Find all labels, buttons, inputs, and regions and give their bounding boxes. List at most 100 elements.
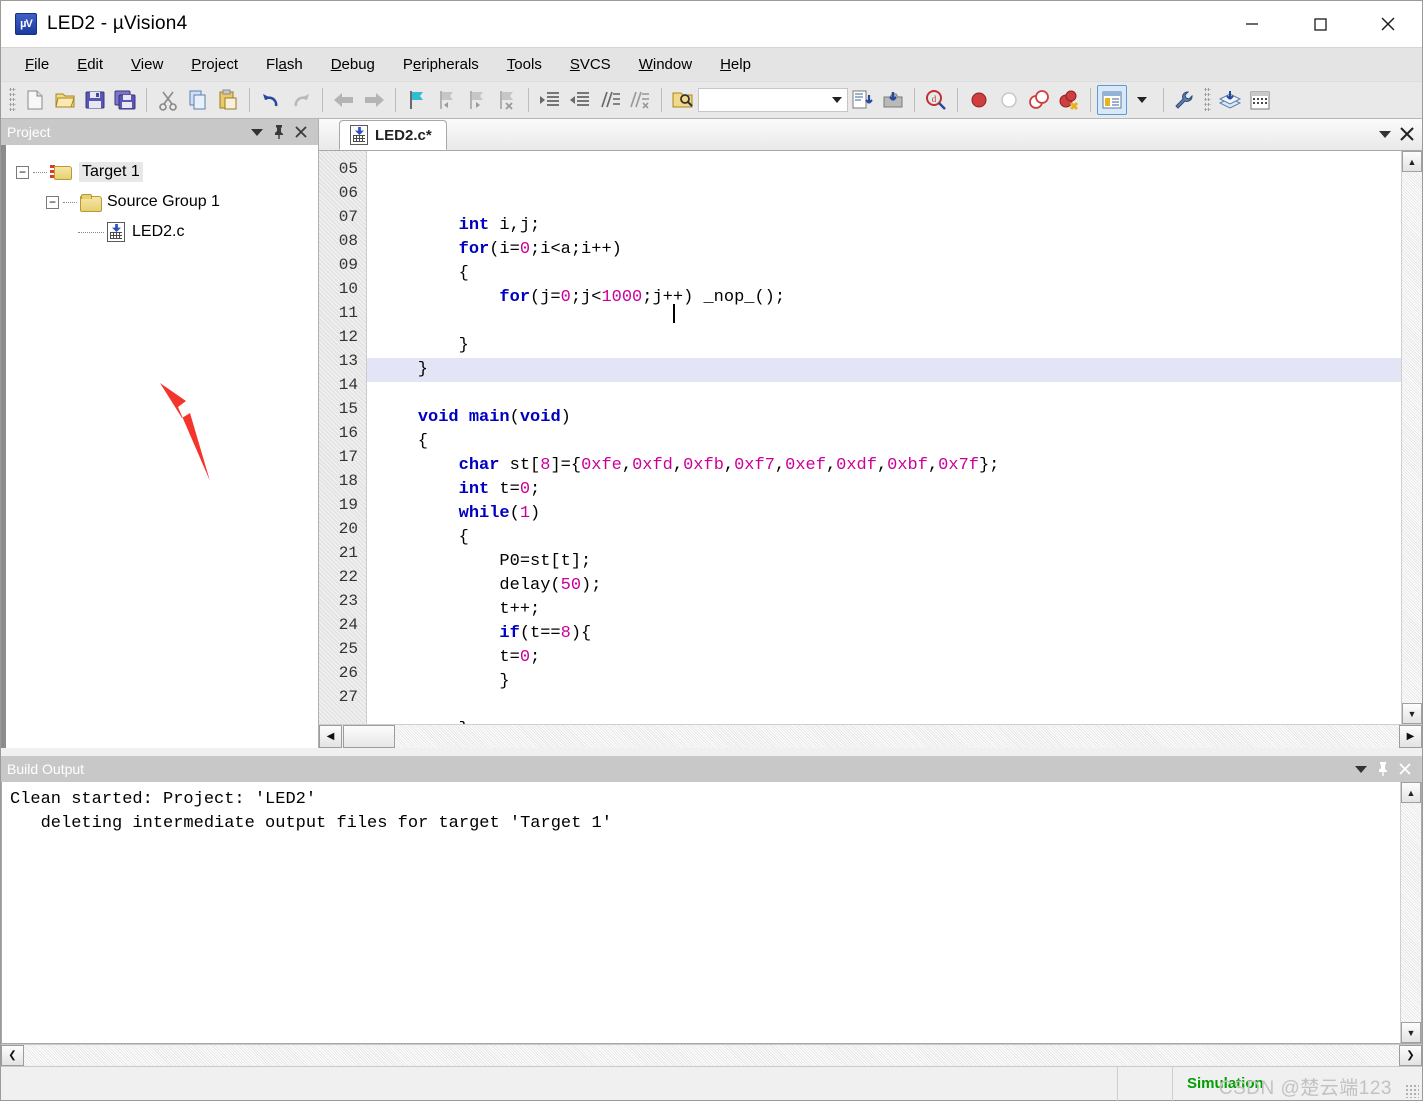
close-button[interactable] <box>1354 1 1422 47</box>
menu-flash[interactable]: Flash <box>252 51 317 78</box>
indent-button[interactable] <box>535 85 565 115</box>
code-line[interactable]: t++; <box>367 598 1401 622</box>
build-horizontal-scrollbar[interactable]: ❮ ❯ <box>1 1044 1422 1066</box>
scroll-track[interactable] <box>1401 803 1421 1022</box>
project-window-button[interactable] <box>1097 85 1127 115</box>
compile-button[interactable] <box>848 85 878 115</box>
expander-source-group-1[interactable]: − <box>46 195 59 209</box>
project-panel-menu-button[interactable] <box>246 121 268 143</box>
code-line[interactable]: delay(50); <box>367 574 1401 598</box>
editor-menu-button[interactable] <box>1374 123 1396 145</box>
editor-horizontal-scrollbar[interactable]: ◀ ▶ <box>319 724 1422 748</box>
code-line[interactable]: int i,j; <box>367 214 1401 238</box>
project-panel-close-button[interactable] <box>290 121 312 143</box>
scroll-left-button[interactable]: ❮ <box>1 1045 24 1066</box>
paste-button[interactable] <box>213 85 243 115</box>
code-view[interactable]: int i,j; for(i=0;i<a;i++) { for(j=0;j<10… <box>367 151 1401 724</box>
code-line[interactable]: t=0; <box>367 646 1401 670</box>
scroll-track[interactable] <box>1402 172 1422 703</box>
editor-vertical-scrollbar[interactable]: ▲ ▼ <box>1401 151 1422 724</box>
menu-help[interactable]: Help <box>706 51 765 78</box>
build-vertical-scrollbar[interactable]: ▲ ▼ <box>1400 782 1421 1043</box>
code-line[interactable] <box>367 382 1401 406</box>
menu-project[interactable]: Project <box>177 51 252 78</box>
find-in-files-button[interactable] <box>668 85 698 115</box>
minimize-button[interactable] <box>1218 1 1286 47</box>
menu-svcs[interactable]: SVCS <box>556 51 625 78</box>
horizontal-splitter[interactable] <box>1 748 1422 756</box>
scroll-down-button[interactable]: ▼ <box>1402 703 1422 724</box>
outdent-button[interactable] <box>565 85 595 115</box>
tree-item-target-1[interactable]: − Target 1 <box>16 157 318 187</box>
hscroll-track[interactable] <box>24 1045 1399 1066</box>
clear-bookmarks-button[interactable] <box>492 85 522 115</box>
scroll-up-button[interactable]: ▲ <box>1402 151 1422 172</box>
menu-file[interactable]: File <box>11 51 63 78</box>
editor-tab-led2-c[interactable]: LED2.c* <box>339 120 447 150</box>
menu-window[interactable]: Window <box>625 51 706 78</box>
next-bookmark-button[interactable] <box>462 85 492 115</box>
configuration-wizard-button[interactable] <box>1170 85 1200 115</box>
code-line[interactable]: if(t==8){ <box>367 622 1401 646</box>
previous-bookmark-button[interactable] <box>432 85 462 115</box>
target-options-button[interactable] <box>1245 85 1275 115</box>
kill-all-breakpoints-button[interactable] <box>1054 85 1084 115</box>
code-line[interactable]: } <box>367 358 1401 382</box>
code-line[interactable]: for(i=0;i<a;i++) <box>367 238 1401 262</box>
code-line[interactable]: { <box>367 526 1401 550</box>
undo-button[interactable] <box>256 85 286 115</box>
menu-tools[interactable]: Tools <box>493 51 556 78</box>
toolbar-grip-2[interactable] <box>1204 87 1211 113</box>
code-line[interactable]: char st[8]={0xfe,0xfd,0xfb,0xf7,0xef,0xd… <box>367 454 1401 478</box>
expander-target-1[interactable]: − <box>16 165 29 179</box>
search-combo[interactable] <box>698 88 848 112</box>
code-line[interactable]: P0=st[t]; <box>367 550 1401 574</box>
code-line[interactable]: } <box>367 670 1401 694</box>
navigate-forward-button[interactable] <box>359 85 389 115</box>
disable-all-breakpoints-button[interactable] <box>1024 85 1054 115</box>
code-line[interactable]: void main(void) <box>367 406 1401 430</box>
toolbar-grip[interactable] <box>9 87 16 113</box>
copy-button[interactable] <box>183 85 213 115</box>
maximize-button[interactable] <box>1286 1 1354 47</box>
code-line[interactable]: { <box>367 430 1401 454</box>
uncomment-button[interactable] <box>625 85 655 115</box>
scroll-up-button[interactable]: ▲ <box>1401 782 1421 803</box>
menu-peripherals[interactable]: Peripherals <box>389 51 493 78</box>
comment-button[interactable] <box>595 85 625 115</box>
insert-breakpoint-button[interactable] <box>964 85 994 115</box>
code-line[interactable]: for(j=0;j<1000;j++) _nop_(); <box>367 286 1401 310</box>
scroll-right-button[interactable]: ❯ <box>1399 1045 1422 1066</box>
code-line[interactable]: } <box>367 334 1401 358</box>
hscroll-track[interactable] <box>395 725 1399 748</box>
editor-close-button[interactable] <box>1396 123 1418 145</box>
start-debug-button[interactable]: d <box>921 85 951 115</box>
build-output-close-button[interactable] <box>1394 758 1416 780</box>
code-line[interactable]: while(1) <box>367 502 1401 526</box>
scroll-right-button[interactable]: ▶ <box>1399 725 1422 748</box>
hscroll-thumb[interactable] <box>343 725 395 748</box>
code-line[interactable]: { <box>367 262 1401 286</box>
open-file-button[interactable] <box>50 85 80 115</box>
save-button[interactable] <box>80 85 110 115</box>
code-line[interactable]: int t=0; <box>367 478 1401 502</box>
build-output-body[interactable]: Clean started: Project: 'LED2' deleting … <box>1 782 1422 1044</box>
code-line[interactable] <box>367 694 1401 718</box>
code-line[interactable]: } <box>367 718 1401 724</box>
disable-breakpoint-button[interactable] <box>994 85 1024 115</box>
save-all-button[interactable] <box>110 85 140 115</box>
tree-item-led2-c[interactable]: LED2.c <box>16 217 318 247</box>
scroll-left-button[interactable]: ◀ <box>319 725 342 748</box>
menu-view[interactable]: View <box>117 51 177 78</box>
insert-bookmark-button[interactable] <box>402 85 432 115</box>
new-file-button[interactable] <box>20 85 50 115</box>
build-output-pin-button[interactable] <box>1372 758 1394 780</box>
tree-item-source-group-1[interactable]: − Source Group 1 <box>16 187 318 217</box>
menu-debug[interactable]: Debug <box>317 51 389 78</box>
cut-button[interactable] <box>153 85 183 115</box>
download-button[interactable] <box>878 85 908 115</box>
project-panel-pin-button[interactable] <box>268 121 290 143</box>
project-tree[interactable]: − Target 1 − Source Group 1 LED2.c <box>1 145 318 748</box>
build-output-menu-button[interactable] <box>1350 758 1372 780</box>
redo-button[interactable] <box>286 85 316 115</box>
